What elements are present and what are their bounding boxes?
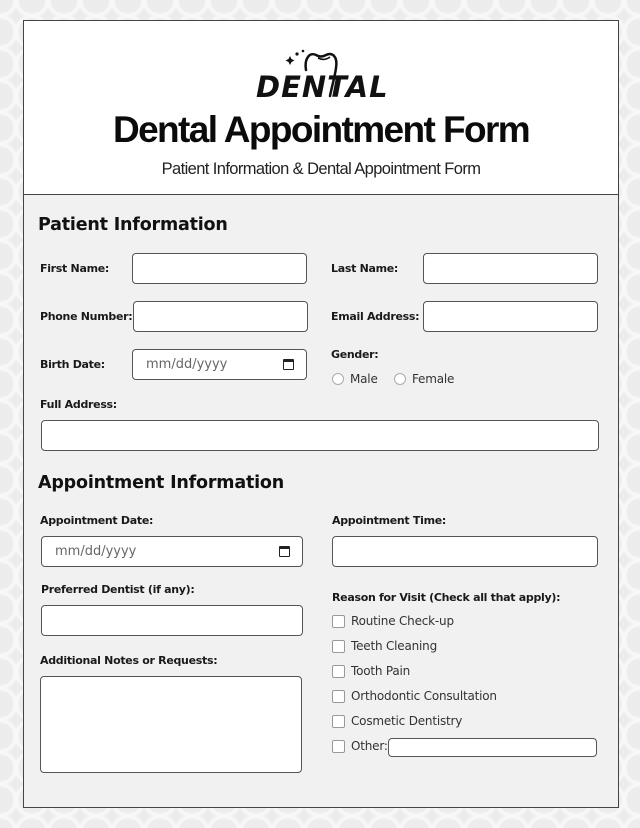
checkbox-routine-checkup[interactable] xyxy=(332,614,345,628)
reason-option[interactable]: Teeth Cleaning xyxy=(332,639,437,653)
reason-option[interactable]: Routine Check-up xyxy=(332,614,454,628)
appointment-time-input[interactable] xyxy=(332,536,598,567)
notes-label: Additional Notes or Requests: xyxy=(40,654,218,667)
checkbox-cosmetic-dentistry[interactable] xyxy=(332,714,345,728)
birth-date-placeholder: mm/dd/yyyy xyxy=(146,357,228,372)
radio-female[interactable] xyxy=(394,373,406,385)
appointment-section-title: Appointment Information xyxy=(38,473,284,493)
gender-label: Gender: xyxy=(331,348,379,361)
calendar-icon[interactable] xyxy=(283,359,294,370)
gender-radio-male[interactable]: Male xyxy=(332,372,378,386)
appointment-date-input[interactable]: mm/dd/yyyy xyxy=(41,536,303,567)
option-label: Teeth Cleaning xyxy=(351,639,437,653)
phone-input[interactable] xyxy=(133,301,308,332)
logo-text: DENTAL xyxy=(256,70,389,104)
checkbox-teeth-cleaning[interactable] xyxy=(332,639,345,653)
option-label: Tooth Pain xyxy=(351,664,411,678)
birth-date-label: Birth Date: xyxy=(40,358,105,371)
radio-male[interactable] xyxy=(332,373,344,385)
reason-option[interactable]: Cosmetic Dentistry xyxy=(332,714,462,728)
page-title: Dental Appointment Form xyxy=(112,109,531,150)
address-label: Full Address: xyxy=(40,398,117,411)
checkbox-tooth-pain[interactable] xyxy=(332,664,345,678)
option-label: Orthodontic Consultation xyxy=(351,689,497,703)
option-label: Cosmetic Dentistry xyxy=(351,714,463,728)
gender-radio-female[interactable]: Female xyxy=(394,372,454,386)
first-name-label: First Name: xyxy=(40,262,109,275)
email-input[interactable] xyxy=(423,301,598,332)
radio-male-label: Male xyxy=(350,372,378,386)
reason-label: Reason for Visit (Check all that apply): xyxy=(332,591,561,604)
last-name-input[interactable] xyxy=(423,253,598,284)
calendar-icon[interactable] xyxy=(279,546,290,557)
phone-label: Phone Number: xyxy=(40,310,133,323)
patient-section-title: Patient Information xyxy=(38,215,228,235)
radio-female-label: Female xyxy=(412,372,455,386)
dentist-input[interactable] xyxy=(41,605,303,636)
appointment-date-placeholder: mm/dd/yyyy xyxy=(55,544,137,559)
first-name-input[interactable] xyxy=(132,253,307,284)
form-header: DENTAL Dental Appointment Form Patient I… xyxy=(24,21,618,195)
reason-option[interactable]: Tooth Pain xyxy=(332,664,410,678)
last-name-label: Last Name: xyxy=(331,262,399,275)
address-input[interactable] xyxy=(41,420,599,451)
appointment-time-label: Appointment Time: xyxy=(332,514,447,527)
checkbox-other[interactable] xyxy=(332,739,345,753)
reason-option[interactable]: Other: xyxy=(332,739,388,753)
other-reason-input[interactable] xyxy=(388,738,597,757)
checkbox-orthodontic-consultation[interactable] xyxy=(332,689,345,703)
dentist-label: Preferred Dentist (if any): xyxy=(41,583,195,596)
page-subtitle: Patient Information & Dental Appointment… xyxy=(161,160,481,178)
option-label: Routine Check-up xyxy=(351,614,454,628)
notes-textarea[interactable] xyxy=(40,676,302,773)
option-label: Other: xyxy=(351,739,388,753)
dental-logo: DENTAL xyxy=(256,46,389,104)
email-label: Email Address: xyxy=(331,310,420,323)
appointment-date-label: Appointment Date: xyxy=(40,514,154,527)
birth-date-input[interactable]: mm/dd/yyyy xyxy=(132,349,307,380)
reason-option[interactable]: Orthodontic Consultation xyxy=(332,689,497,703)
